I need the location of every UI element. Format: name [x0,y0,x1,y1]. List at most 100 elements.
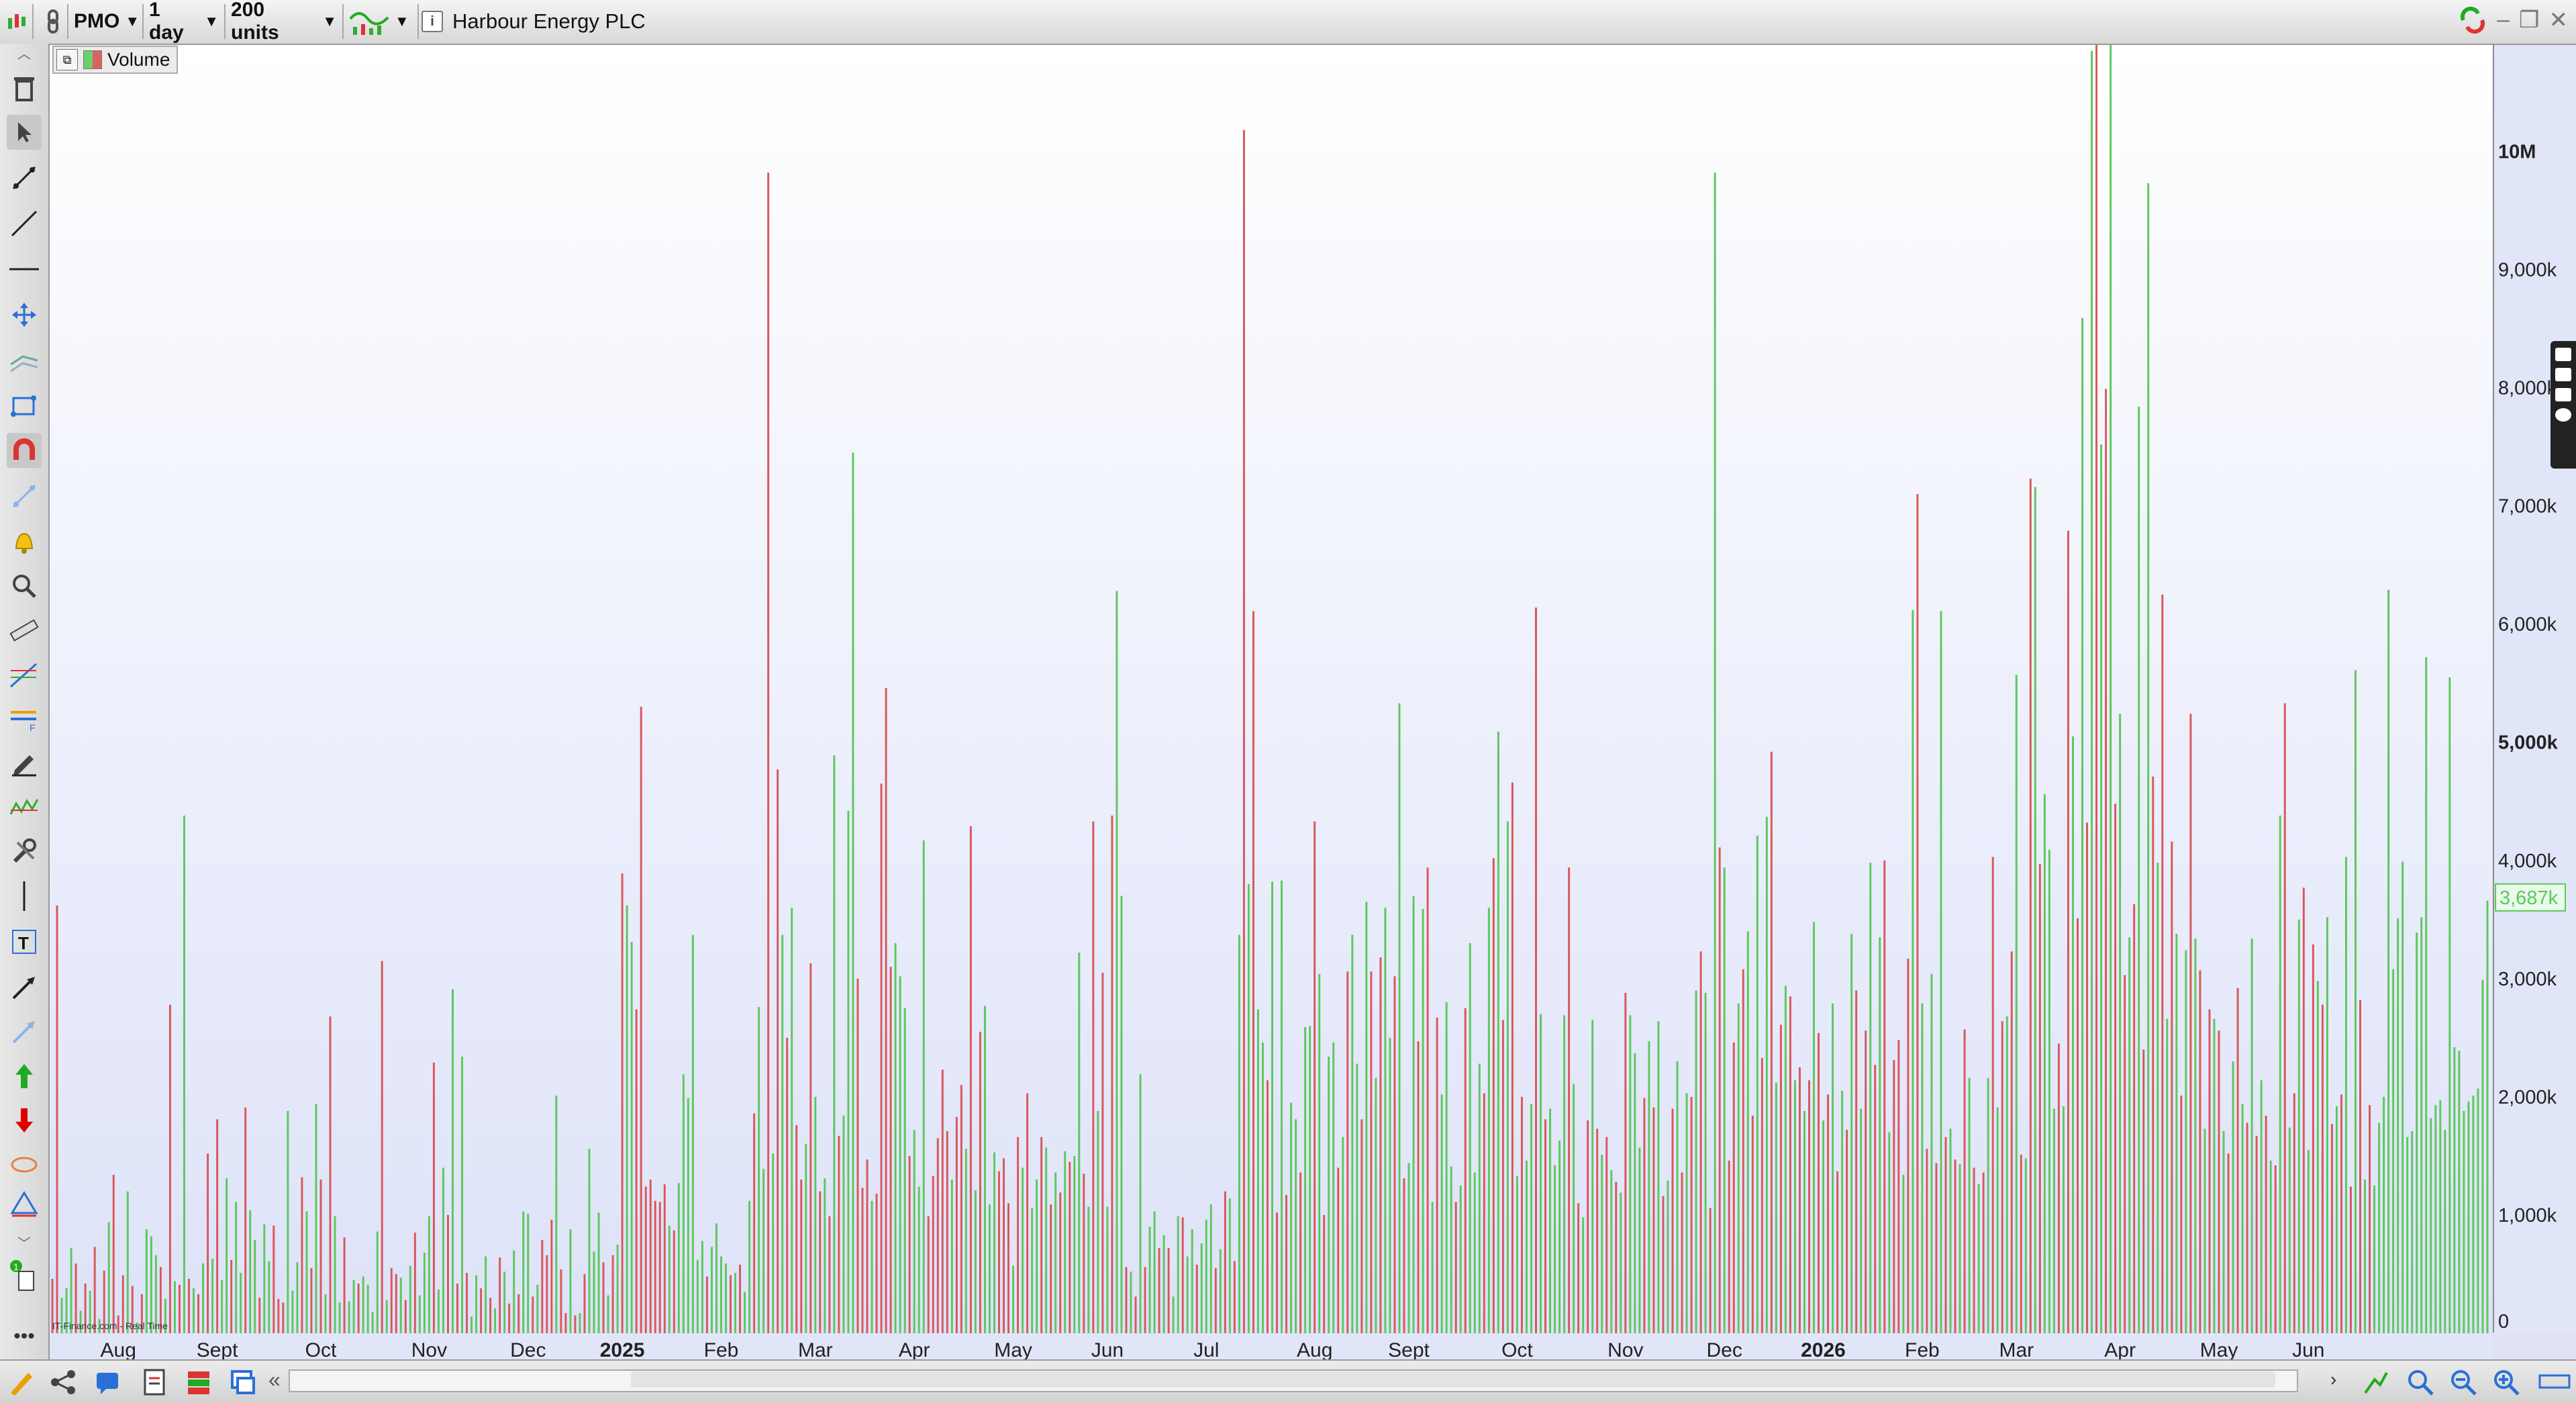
volume-bar [2189,714,2192,1333]
volume-bar [852,452,854,1333]
volume-bar [2255,1135,2258,1333]
double-chevron-left-icon[interactable]: « [268,1367,281,1392]
side-quick-panel[interactable] [2550,341,2576,469]
volume-bar [842,1116,845,1333]
volume-bar [1888,1132,1891,1333]
pen-icon[interactable] [8,1369,35,1396]
volume-bar [1012,1265,1015,1333]
x-tick-label: Sept [1388,1339,1430,1361]
volume-bar [955,1116,958,1333]
layers-icon[interactable] [2555,388,2571,401]
volume-bar [277,1298,280,1333]
volume-bar [2321,1004,2324,1333]
volume-bar [1177,1216,1179,1333]
volume-bar [2124,975,2126,1333]
volume-bar [1389,1037,1391,1333]
scrollbar-thumb[interactable] [631,1371,2275,1388]
volume-bar [2430,1118,2432,1333]
volume-bar [503,1271,506,1333]
volume-bar [348,1301,350,1333]
volume-bar [1078,953,1081,1333]
volume-bar [1285,1195,1288,1333]
video-icon[interactable] [2555,368,2571,381]
volume-bar [338,1302,341,1333]
volume-bar [1732,1042,1735,1333]
volume-bar [889,967,892,1333]
volume-bar [1681,1172,1683,1333]
volume-bar [381,961,383,1333]
volume-bar [446,1214,449,1333]
camera-icon[interactable] [2555,348,2571,361]
volume-bar [1822,1120,1825,1333]
volume-bar [508,1303,511,1333]
volume-bar [964,1149,967,1333]
volume-bar [1912,610,1914,1333]
x-tick-label: May [2200,1339,2238,1361]
zoom-out-icon[interactable] [2448,1367,2478,1397]
volume-bar [221,1279,224,1333]
volume-bar [1751,1116,1754,1333]
y-tick-label: 7,000k [2498,496,2557,518]
volume-bar [211,1259,214,1333]
y-tick-label: 3,000k [2498,969,2557,990]
volume-bar [1596,1128,1599,1333]
volume-bar [2001,1021,2003,1333]
volume-bar [2015,675,2018,1333]
x-tick-labels: Aug Sept Oct Nov Dec 2025 Feb Mar Apr May Jun Jul Au… [101,1339,2325,1361]
volume-bar [168,1004,171,1333]
volume-bar [2010,951,2013,1333]
windows-icon[interactable] [230,1369,256,1396]
volume-bar [1779,1024,1782,1333]
volume-bar [2152,776,2154,1333]
volume-bar [2005,1016,2008,1333]
volume-bar [1186,1256,1189,1333]
volume-bar [1568,867,1571,1333]
chart-legend[interactable]: ⧉ Volume [52,46,179,74]
scroll-right-icon[interactable]: › [2330,1369,2336,1390]
share-icon[interactable] [50,1369,77,1396]
auto-scale-icon[interactable] [2363,1369,2389,1396]
volume-bar [1083,1173,1085,1333]
x-tick-label: Mar [798,1339,833,1361]
volume-bar [1219,1249,1222,1333]
volume-bar [597,1212,600,1333]
volume-bar [2425,657,2428,1333]
volume-bar [1671,1108,1674,1333]
layout-icon[interactable] [2538,1371,2571,1392]
volume-bar [282,1302,285,1333]
volume-bar [1473,1172,1476,1333]
volume-bar [2199,970,2201,1333]
x-tick-label: Jun [1091,1339,1124,1361]
chat-icon[interactable] [94,1369,121,1396]
volume-bar [1276,1212,1278,1333]
y-tick-label: 6,000k [2498,614,2557,636]
volume-bar [1007,1203,1010,1333]
volume-bar [418,1295,421,1333]
volume-bar [2203,1128,2206,1333]
volume-bar [1676,1061,1679,1333]
volume-bar [1784,985,1787,1333]
volume-bar [1464,1008,1467,1333]
x-tick-label: Aug [101,1339,136,1361]
volume-bar [1069,1161,1071,1333]
zoom-fit-icon[interactable] [2406,1367,2435,1397]
orders-icon[interactable] [185,1369,212,1396]
volume-bar [941,1069,944,1333]
y-tick-label: 10M [2498,141,2536,162]
volume-bar [1620,1192,1622,1333]
volume-bar [715,1223,717,1333]
gear-icon[interactable] [2555,408,2571,422]
volume-bar [640,706,642,1333]
volume-bar [1054,1172,1057,1333]
volume-bar [2297,919,2300,1333]
volume-bar [1162,1235,1165,1333]
notes-icon[interactable] [141,1369,168,1396]
window-toggle-icon[interactable]: ⧉ [56,49,78,70]
volume-bar [1214,1268,1217,1333]
volume-bar [150,1236,152,1333]
volume-bar [541,1239,544,1333]
volume-bar [2481,979,2484,1333]
volume-bar [786,1037,789,1333]
volume-bar [739,1264,742,1333]
zoom-in-icon[interactable] [2491,1367,2521,1397]
